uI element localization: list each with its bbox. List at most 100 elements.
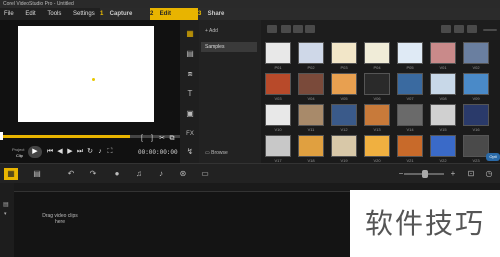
thumbnail-label: V16 <box>472 127 480 132</box>
media-thumbnail[interactable] <box>331 135 357 157</box>
motion-tracking-icon[interactable]: ⊛ <box>176 168 190 180</box>
media-thumbnail[interactable] <box>430 135 456 157</box>
thumbnail-view-icon[interactable] <box>454 25 464 33</box>
play-button[interactable]: ▶ <box>28 146 42 158</box>
menu-item-edit[interactable]: Edit <box>25 11 35 17</box>
preview-screen <box>18 26 154 122</box>
show-audio-icon[interactable] <box>305 25 315 33</box>
transport-controls: Project Clip ▶ ⏮ ◀ ▶ ⏭ ↻ ♪ ⛶ 00:00:00:00 <box>0 143 180 163</box>
tab-share[interactable]: 3 Share <box>198 8 248 20</box>
graphic-icon[interactable]: ▣ <box>184 108 196 120</box>
media-thumbnail[interactable] <box>463 104 489 126</box>
mark-out-icon[interactable]: ] <box>148 134 156 144</box>
media-thumbnail[interactable] <box>331 104 357 126</box>
media-thumbnail[interactable] <box>430 42 456 64</box>
thumbnail-label: P04 <box>373 65 381 70</box>
media-thumbnail[interactable] <box>331 42 357 64</box>
next-frame-icon[interactable]: ▶ <box>66 147 74 157</box>
media-thumbnail[interactable] <box>331 73 357 95</box>
folder-samples[interactable]: Samples <box>201 42 257 52</box>
media-thumbnail[interactable] <box>265 135 291 157</box>
zoom-in-icon[interactable]: + <box>446 168 460 180</box>
track-icon[interactable]: ▤ <box>3 201 9 208</box>
media-thumbnail[interactable] <box>397 73 423 95</box>
menu-item-tools[interactable]: Tools <box>47 11 61 17</box>
media-thumbnail[interactable] <box>364 42 390 64</box>
end-icon[interactable]: ⏭ <box>76 147 84 157</box>
menu-item-settings[interactable]: Settings <box>73 11 95 17</box>
auto-music-icon[interactable]: ♪ <box>154 168 168 180</box>
zoom-slider-handle[interactable] <box>422 170 428 178</box>
transition-icon[interactable]: ⧈ <box>184 68 196 80</box>
media-thumbnail[interactable] <box>265 73 291 95</box>
menu-item-file[interactable]: File <box>4 11 14 17</box>
watermark: 软件技巧 <box>350 190 500 257</box>
enlarge-preview-icon[interactable]: ⧉ <box>168 134 176 144</box>
title-icon[interactable]: T <box>184 88 196 100</box>
sort-icon[interactable] <box>467 25 477 33</box>
thumbnail-label: V05 <box>340 96 348 101</box>
media-thumbnail[interactable] <box>298 73 324 95</box>
thumbnail-label: V15 <box>439 127 447 132</box>
media-thumbnail[interactable] <box>463 42 489 64</box>
media-thumbnail[interactable] <box>265 42 291 64</box>
scrub-bar-fill[interactable] <box>0 135 130 138</box>
tab-edit[interactable]: 2 Edit <box>150 8 198 20</box>
add-folder-button[interactable]: + Add <box>205 28 218 34</box>
window-titlebar: Corel VideoStudio Pro - Untitled <box>0 0 500 8</box>
timecode[interactable]: 00:00:00:00 <box>138 149 178 156</box>
window-title: Corel VideoStudio Pro - Untitled <box>3 1 74 7</box>
path-icon[interactable]: ↯ <box>184 146 196 158</box>
playhead-handle[interactable] <box>0 132 3 140</box>
storyboard-view-icon[interactable]: ▦ <box>4 168 18 180</box>
step-number: 3 <box>198 11 202 17</box>
fullscreen-icon[interactable]: ⛶ <box>106 147 114 157</box>
fit-project-icon[interactable]: ⊡ <box>464 168 478 180</box>
media-thumbnail[interactable] <box>430 73 456 95</box>
show-videos-icon[interactable] <box>281 25 291 33</box>
list-view-icon[interactable] <box>441 25 451 33</box>
media-thumbnail[interactable] <box>364 135 390 157</box>
media-thumbnail[interactable] <box>397 42 423 64</box>
timecode-icon[interactable]: ◷ <box>482 168 496 180</box>
media-thumbnail[interactable] <box>298 42 324 64</box>
home-icon[interactable]: ⏮ <box>46 147 54 157</box>
thumbnail-size-slider[interactable] <box>483 29 497 31</box>
media-thumbnail[interactable] <box>364 73 390 95</box>
thumbnail-label: V02 <box>472 65 480 70</box>
media-thumbnail[interactable] <box>430 104 456 126</box>
record-capture-icon[interactable]: ● <box>110 168 124 180</box>
media-thumbnail[interactable] <box>364 104 390 126</box>
filter-icon[interactable]: FX <box>184 128 196 140</box>
import-folder-icon[interactable] <box>267 25 277 33</box>
repeat-icon[interactable]: ↻ <box>86 147 94 157</box>
previous-frame-icon[interactable]: ◀ <box>56 147 64 157</box>
tab-capture[interactable]: 1 Capture <box>100 8 150 20</box>
browse-button[interactable]: ▭ Browse <box>205 150 228 156</box>
project-mode-label[interactable]: Project <box>12 147 24 152</box>
track-expand-icon[interactable]: ▾ <box>4 211 7 217</box>
timeline-view-icon[interactable]: ▤ <box>30 168 44 180</box>
media-thumbnail[interactable] <box>397 135 423 157</box>
media-thumbnail[interactable] <box>463 135 489 157</box>
sound-mixer-icon[interactable]: ♫ <box>132 168 146 180</box>
track-manager: ▤ ▾ <box>0 183 14 257</box>
clip-mode-label[interactable]: Clip <box>16 153 23 158</box>
thumbnail-label: V08 <box>439 96 447 101</box>
thumbnail-label: P05 <box>406 65 414 70</box>
undo-icon[interactable]: ↶ <box>64 168 78 180</box>
show-photos-icon[interactable] <box>293 25 303 33</box>
subtitle-editor-icon[interactable]: ▭ <box>198 168 212 180</box>
instant-project-icon[interactable]: ▤ <box>184 48 196 60</box>
media-icon[interactable]: ▦ <box>184 28 196 40</box>
redo-icon[interactable]: ↷ <box>86 168 100 180</box>
mark-in-icon[interactable]: [ <box>138 134 146 144</box>
options-button[interactable]: Opti <box>486 153 500 161</box>
split-clip-icon[interactable]: ✂ <box>158 134 166 144</box>
media-thumbnail[interactable] <box>298 104 324 126</box>
volume-icon[interactable]: ♪ <box>96 147 104 157</box>
media-thumbnail[interactable] <box>265 104 291 126</box>
media-thumbnail[interactable] <box>298 135 324 157</box>
media-thumbnail[interactable] <box>463 73 489 95</box>
media-thumbnail[interactable] <box>397 104 423 126</box>
